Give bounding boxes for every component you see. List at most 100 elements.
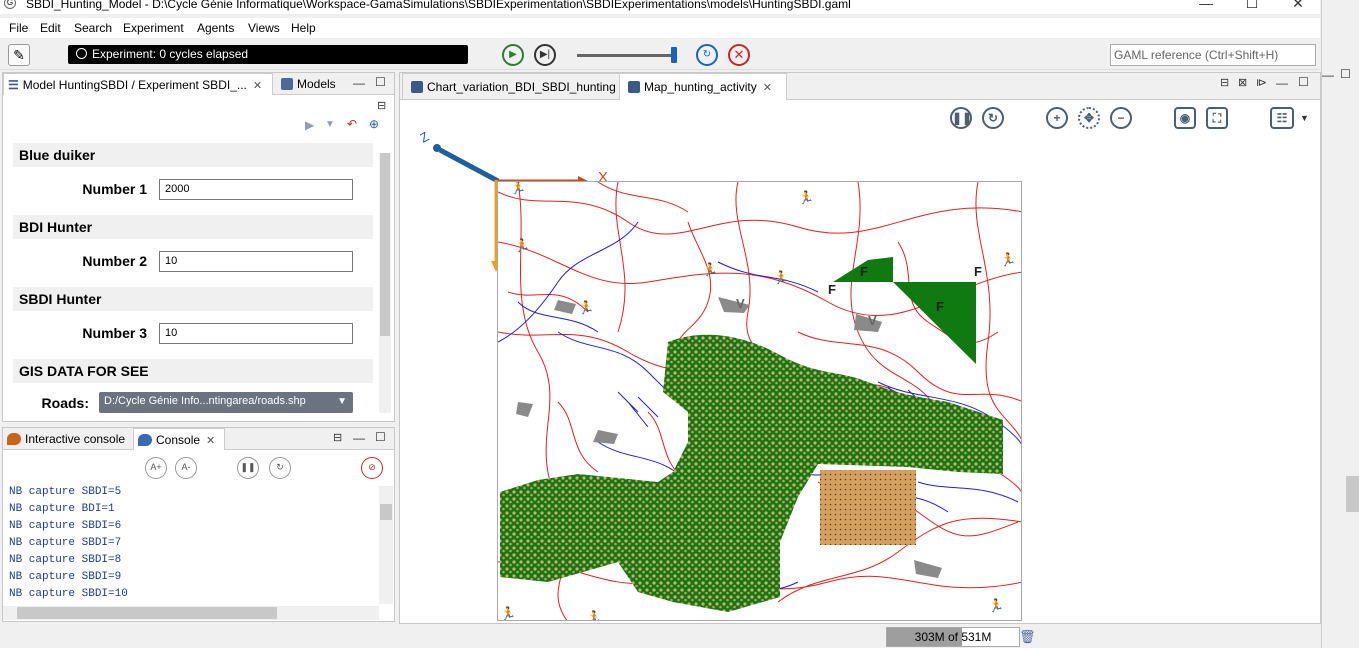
village-polygon [914,560,942,578]
parameters-panel: ☰ Model HuntingSBDI / Experiment SBDI_...… [2,72,395,422]
maximize-view-icon[interactable]: ☐ [375,430,386,444]
hunter-icon: 🏃 [773,270,789,286]
close-icon[interactable]: ✕ [206,435,215,447]
background-window-strip: — ☐ [1321,0,1359,648]
layers-icon[interactable]: ☷ [1270,107,1294,129]
tab-chart-variation[interactable]: Chart_variation_BDI_SBDI_hunting [402,73,625,100]
menu-search[interactable]: Search [74,21,112,35]
zoom-fit-icon[interactable]: ✥ [1078,107,1100,129]
tab-console[interactable]: Console ✕ [133,428,225,450]
console-line: NB capture SBDI=9 [9,571,122,583]
console-hscrollbar-thumb[interactable] [17,607,277,619]
console-tabstrip: Interactive console Console ✕ ⊟ — ☐ [3,428,394,450]
forest-marker: F [828,282,836,297]
close-window-button[interactable]: ✕ [1275,0,1320,14]
hunter-icon: 🏃 [586,610,602,621]
console-icon [138,434,152,446]
maximize-button[interactable]: ☐ [1229,0,1275,14]
gaml-search-input[interactable]: GAML reference (Ctrl+Shift+H) [1110,44,1316,66]
menu-views[interactable]: Views [248,21,280,35]
close-icon[interactable]: ✕ [253,80,262,92]
menu-help[interactable]: Help [291,21,316,35]
sliders-icon: ☰ [8,78,19,92]
display-icon [411,81,423,93]
hunter-icon: 🏃 [1000,252,1016,268]
zoom-in-icon[interactable]: + [1046,107,1068,129]
section-blue-duiker: Blue duiker [13,143,373,167]
number1-input[interactable]: 2000 [159,179,353,200]
parameters-tabstrip: ☰ Model HuntingSBDI / Experiment SBDI_...… [3,73,394,95]
tab-models[interactable]: Models [277,73,336,95]
clear-console-icon[interactable]: ⊘ [361,457,383,479]
parameters-scrollbar-thumb[interactable] [380,153,390,336]
minimize-view-icon[interactable]: — [353,76,365,90]
edit-model-button[interactable]: ✎ [8,44,30,66]
expand-icon[interactable]: ▶ [305,118,314,132]
minimize-view-icon[interactable]: — [1276,76,1288,90]
view-menu-icon[interactable]: ⊟ [377,99,386,112]
speed-slider[interactable] [577,54,673,57]
console-line: NB capture SBDI=7 [9,537,122,549]
z-axis [438,147,500,184]
speed-slider-thumb[interactable] [671,47,677,63]
village-polygon [516,402,533,417]
console-scrollbar-thumb[interactable] [380,504,392,520]
menu-edit[interactable]: Edit [40,21,61,35]
forest-marker: F [936,299,944,314]
number3-input[interactable]: 10 [159,323,353,344]
collapse-icon[interactable]: ▼ [325,119,335,130]
chat-icon [7,433,21,445]
sync-console-icon[interactable]: ↻ [269,457,291,479]
chevron-down-icon[interactable]: ▼ [1300,113,1309,123]
hunter-icon: 🏃 [500,606,516,621]
increase-font-icon[interactable]: A+ [145,457,167,479]
param-label-roads: Roads: [41,395,89,411]
maximize-view-icon[interactable]: ☐ [1340,67,1351,81]
reload-button[interactable]: ↻ [696,44,718,66]
toggle-layers-icon[interactable]: ⊠ [1238,76,1247,89]
decrease-font-icon[interactable]: A- [175,457,197,479]
minimize-view-icon[interactable]: — [1322,68,1334,82]
param-label-number3: Number 3 [82,325,147,341]
step-button[interactable]: ▶| [534,44,556,66]
tab-parameters[interactable]: ☰ Model HuntingSBDI / Experiment SBDI_...… [3,73,273,95]
trash-icon[interactable]: 🗑 [1019,629,1036,645]
run-button[interactable]: ▶ [502,44,524,66]
z-axis-label: Z [420,129,432,146]
tab-map-hunting[interactable]: Map_hunting_activity ✕ [619,73,787,100]
add-icon[interactable]: ⊕ [369,117,379,131]
toolbar: ✎ Experiment: 0 cycles elapsed ▶ ▶| ↻ ✕ … [0,40,1320,70]
view-menu-icon[interactable]: ⊟ [1220,76,1229,89]
background-scrollbar-thumb[interactable] [1346,476,1359,512]
fullscreen-icon[interactable]: ⛶ [1206,107,1228,129]
close-icon[interactable]: ✕ [763,82,772,94]
menu-experiment[interactable]: Experiment [123,21,184,35]
folder-icon [281,78,293,90]
pause-console-icon[interactable]: ❚❚ [237,457,259,479]
tab-interactive-console[interactable]: Interactive console [3,428,125,450]
snapshot-icon[interactable]: ◉ [1174,107,1196,129]
section-gis-data: GIS DATA FOR SEE [13,359,373,383]
village-polygon [718,297,750,313]
console-line: NB capture SBDI=10 [9,588,128,600]
menu-agents[interactable]: Agents [197,21,234,35]
number2-input[interactable]: 10 [159,251,353,272]
sync-display-icon[interactable]: ↻ [982,107,1004,129]
revert-icon[interactable]: ↶ [347,117,357,131]
minimize-view-icon[interactable]: — [353,431,365,445]
zoom-out-icon[interactable]: − [1110,107,1132,129]
menu-file[interactable]: File [9,21,28,35]
console-panel: Interactive console Console ✕ ⊟ — ☐ A+ A-… [2,427,395,622]
maximize-view-icon[interactable]: ☐ [375,75,386,89]
maximize-view-icon[interactable]: ☐ [1298,75,1309,89]
roads-file-select[interactable]: D:/Cycle Génie Info...ntingarea/roads.sh… [99,392,353,413]
console-line: NB capture SBDI=6 [9,520,122,532]
pause-display-icon[interactable]: ❚❚ [950,107,972,129]
map-canvas[interactable]: F F F F V V 🏃 🏃 🏃 🏃 🏃 🏃 🏃 🏃 🏃 🏃 [497,181,1022,621]
editor-tabstrip: Chart_variation_BDI_SBDI_hunting Map_hun… [400,73,1320,100]
stop-button[interactable]: ✕ [728,44,750,66]
minimize-button[interactable]: — [1183,0,1229,14]
clock-icon [76,48,87,59]
sync-view-icon[interactable]: ⧐ [1256,76,1267,89]
view-menu-icon[interactable]: ⊟ [333,431,342,444]
